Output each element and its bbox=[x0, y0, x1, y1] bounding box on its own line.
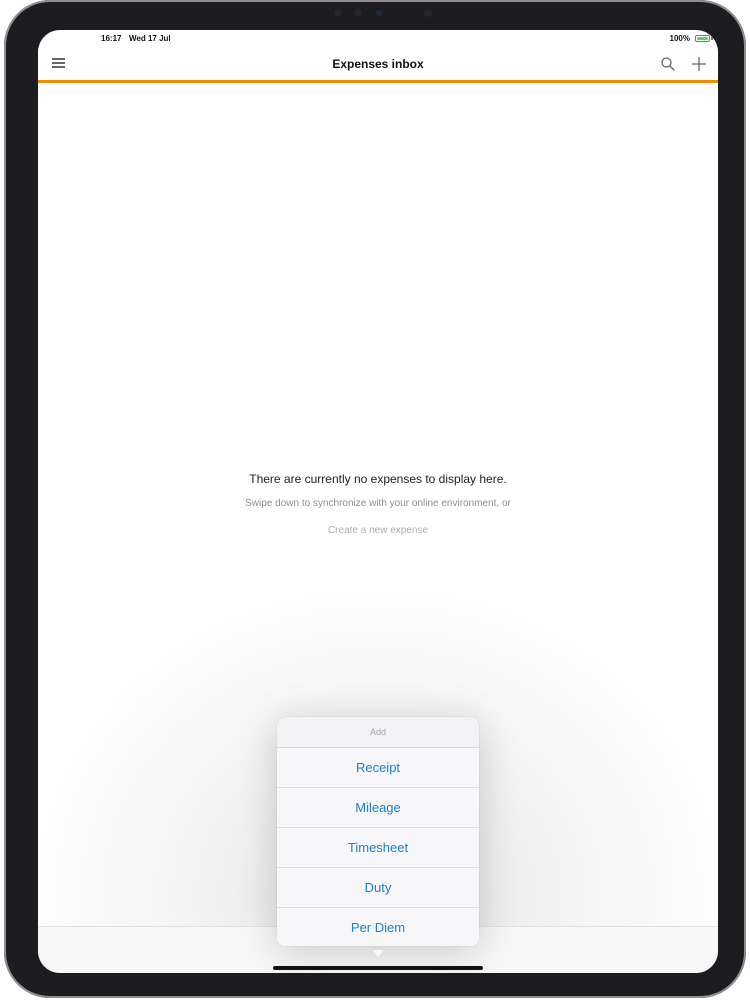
app-screen: 16:17 Wed 17 Jul 100% Expenses inbox The… bbox=[38, 30, 718, 973]
navigation-bar: Expenses inbox bbox=[38, 48, 718, 83]
add-menu-popover: Add Receipt Mileage Timesheet Duty Per D… bbox=[277, 717, 479, 946]
add-mileage-option[interactable]: Mileage bbox=[277, 788, 479, 828]
plus-icon[interactable] bbox=[690, 55, 708, 73]
battery-percentage: 100% bbox=[669, 34, 690, 43]
battery-cap bbox=[711, 37, 713, 40]
battery-icon bbox=[695, 35, 710, 42]
add-receipt-option[interactable]: Receipt bbox=[277, 748, 479, 788]
page-title: Expenses inbox bbox=[332, 57, 424, 71]
add-duty-option[interactable]: Duty bbox=[277, 868, 479, 908]
add-menu-header: Add bbox=[277, 717, 479, 748]
search-icon[interactable] bbox=[660, 56, 676, 72]
sensor-dot bbox=[354, 9, 362, 17]
sensor-dot bbox=[334, 9, 342, 17]
empty-state-subtitle: Swipe down to synchronize with your onli… bbox=[245, 498, 511, 509]
popover-arrow-icon bbox=[372, 945, 384, 957]
sensor-dot bbox=[424, 9, 432, 17]
add-per-diem-option[interactable]: Per Diem bbox=[277, 908, 479, 946]
create-expense-link[interactable]: Create a new expense bbox=[38, 525, 718, 536]
status-bar: 16:17 Wed 17 Jul 100% bbox=[38, 30, 718, 48]
status-time: 16:17 bbox=[101, 34, 122, 43]
empty-state-title: There are currently no expenses to displ… bbox=[249, 472, 507, 486]
status-date: Wed 17 Jul bbox=[129, 34, 171, 43]
home-indicator[interactable] bbox=[273, 966, 483, 970]
camera-lens bbox=[376, 10, 382, 16]
add-timesheet-option[interactable]: Timesheet bbox=[277, 828, 479, 868]
